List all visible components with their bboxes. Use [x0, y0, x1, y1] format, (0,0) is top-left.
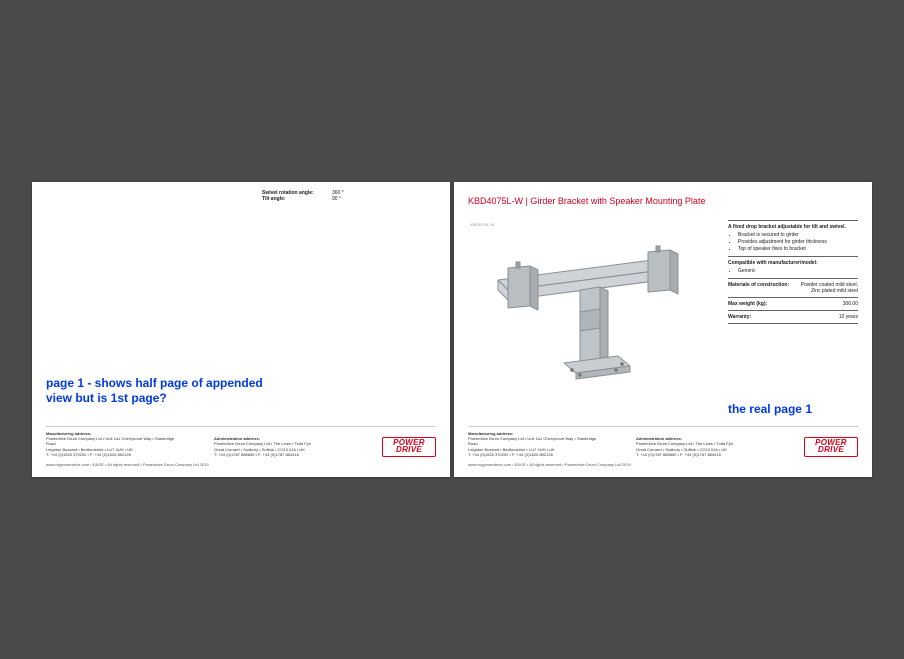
product-title: KBD4075L-W | Girder Bracket with Speaker…	[468, 196, 705, 206]
bracket-illustration-icon	[468, 220, 712, 408]
footer-line: T: +44 (0)1787 888650 • F: +44 (0)1787 8…	[636, 452, 766, 457]
info-row-maxweight: Max weight (kg): 300.00	[728, 297, 858, 310]
footer-line: Powerdrive Drum Company Ltd • Unit 1a1 C…	[46, 436, 176, 446]
footer-copyright: www.mypowerdrive.com • E&OE • All rights…	[46, 462, 209, 467]
footer-admin-address: Administration address: Powerdrive Drum …	[214, 436, 344, 457]
powerdrive-logo: POWER DRIVE	[382, 437, 436, 457]
info-heading: Compatible with manufacturer/model:	[728, 260, 858, 266]
footer-line: T: +44 (0)1525 370292 • F: +44 (0)1525 8…	[46, 452, 176, 457]
footer-mfg-address: Manufacturing address: Powerdrive Drum C…	[468, 431, 598, 457]
info-value: 300.00	[793, 301, 858, 307]
document-viewport: Swivel rotation angle: 360 ° Tilt angle:…	[32, 182, 872, 477]
logo-text-line2: DRIVE	[396, 447, 422, 454]
footer-mfg-address: Manufacturing address: Powerdrive Drum C…	[46, 431, 176, 457]
spec-label: Tilt angle:	[262, 196, 332, 202]
page-2: KBD4075L-W | Girder Bracket with Speaker…	[454, 182, 872, 477]
info-heading: A fixed drop bracket adjustable for tilt…	[728, 224, 858, 230]
logo-text-line2: DRIVE	[818, 447, 844, 454]
user-annotation: page 1 - shows half page of appended vie…	[46, 376, 263, 406]
info-value: 10 years	[793, 314, 858, 320]
footer-line: T: +44 (0)1787 888650 • F: +44 (0)1787 8…	[214, 452, 344, 457]
page-1: Swivel rotation angle: 360 ° Tilt angle:…	[32, 182, 450, 477]
footer-admin-address: Administration address: Powerdrive Drum …	[636, 436, 766, 457]
info-bullet: Provides adjustment for girder thickness	[738, 239, 858, 245]
info-key: Materials of construction:	[728, 282, 793, 294]
info-row-materials: Materials of construction: Powder coated…	[728, 278, 858, 297]
user-annotation: the real page 1	[728, 402, 812, 417]
product-drawing: KBD4075L-W	[468, 220, 712, 408]
info-compatibility: Compatible with manufacturer/model: Gene…	[728, 256, 858, 278]
info-bullet-list: Generic	[728, 268, 858, 274]
info-key: Max weight (kg):	[728, 301, 793, 307]
info-bullet-list: Bracket is secured to girder Provides ad…	[728, 232, 858, 252]
info-key: Warranty:	[728, 314, 793, 320]
info-bullet: Generic	[738, 268, 858, 274]
page-footer: Manufacturing address: Powerdrive Drum C…	[468, 426, 858, 457]
footer-copyright: www.mypowerdrive.com • E&OE • All rights…	[468, 462, 631, 467]
info-value: Powder coated mild steel, Zinc plated mi…	[793, 282, 858, 294]
product-info-panel: A fixed drop bracket adjustable for tilt…	[728, 220, 858, 324]
info-bullet: Bracket is secured to girder	[738, 232, 858, 238]
powerdrive-logo: POWER DRIVE	[804, 437, 858, 457]
info-row-warranty: Warranty: 10 years	[728, 310, 858, 324]
spec-row: Tilt angle: 90 °	[262, 196, 412, 202]
spec-table-fragment: Swivel rotation angle: 360 ° Tilt angle:…	[262, 190, 412, 202]
info-bullet: Top of speaker fixes to bracket	[738, 246, 858, 252]
footer-line: T: +44 (0)1525 370292 • F: +44 (0)1525 8…	[468, 452, 598, 457]
footer-line: Powerdrive Drum Company Ltd • Unit 1a1 C…	[468, 436, 598, 446]
drawing-label: KBD4075L-W	[470, 222, 494, 227]
page-footer: Manufacturing address: Powerdrive Drum C…	[46, 426, 436, 457]
spec-value: 90 °	[332, 196, 341, 202]
info-description: A fixed drop bracket adjustable for tilt…	[728, 220, 858, 256]
